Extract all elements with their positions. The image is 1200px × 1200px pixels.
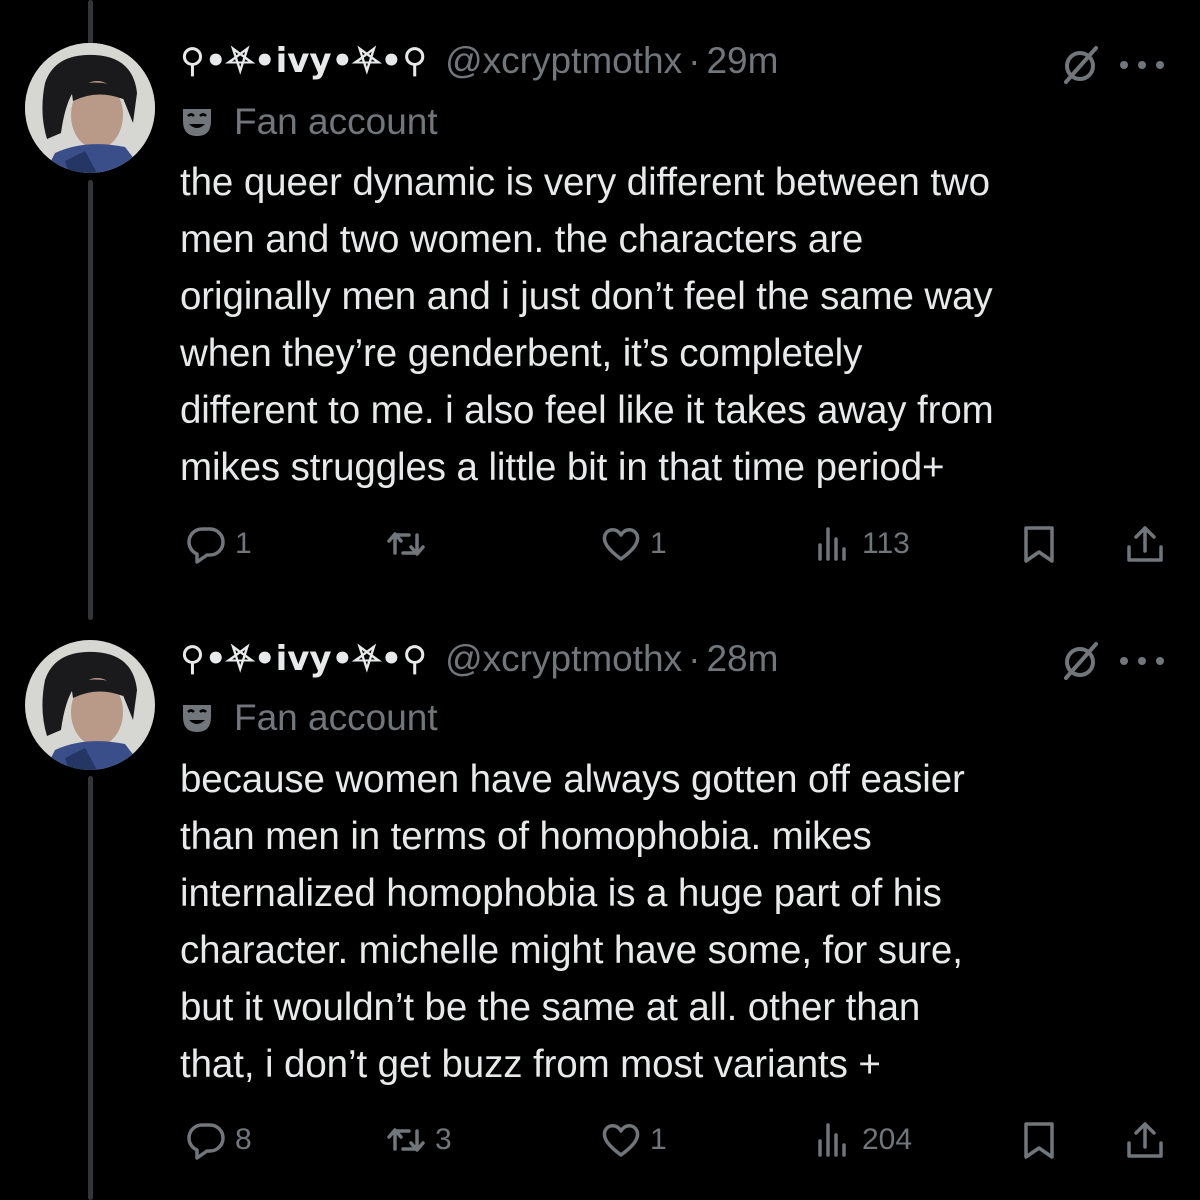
avatar-photo [25, 640, 155, 770]
tweet-text: the queer dynamic is very different betw… [180, 161, 994, 489]
bookmark-icon [1024, 1122, 1054, 1159]
label-text: Fan account [234, 697, 438, 738]
display-name[interactable]: ⚲•⛧•ivy•⛧•⚲ [180, 639, 427, 679]
tweet-actions: 1 1 113 [0, 518, 1200, 570]
share-icon [1127, 1122, 1163, 1158]
like-button[interactable]: 1 [600, 518, 667, 570]
avatar-photo [25, 43, 155, 173]
account-label: Fan account [180, 697, 438, 738]
reply-count: 1 [235, 527, 252, 560]
separator: · [688, 40, 701, 81]
bookmark-button[interactable] [1018, 1114, 1060, 1166]
heart-icon [602, 528, 640, 561]
avatar[interactable] [25, 640, 155, 770]
share-icon [1127, 526, 1163, 562]
handle[interactable]: @xcryptmothx [445, 638, 682, 680]
share-button[interactable] [1124, 1114, 1166, 1166]
theater-mask-icon [183, 109, 211, 136]
views-count: 113 [862, 527, 910, 560]
tweet[interactable]: ⚲•⛧•ivy•⛧•⚲ @xcryptmothx · 28m Fan accou… [0, 620, 1200, 1200]
like-button[interactable]: 1 [600, 1114, 667, 1166]
avatar[interactable] [25, 43, 155, 173]
separator: · [688, 638, 701, 679]
retweet-button[interactable]: 3 [385, 1114, 452, 1166]
display-name[interactable]: ⚲•⛧•ivy•⛧•⚲ [180, 41, 427, 81]
retweet-icon [387, 532, 425, 556]
reply-button[interactable]: 8 [185, 1114, 252, 1166]
like-count: 1 [650, 527, 667, 560]
reply-icon [187, 1123, 225, 1160]
views-icon [818, 527, 846, 561]
more-icon[interactable] [1114, 651, 1170, 671]
share-button[interactable] [1124, 518, 1166, 570]
tweet[interactable]: ⚲•⛧•ivy•⛧•⚲ @xcryptmothx · 29m Fan accou… [0, 0, 1200, 600]
tweet-actions: 8 3 1 204 [0, 1114, 1200, 1166]
views-icon [818, 1123, 846, 1157]
grok-icon[interactable] [1058, 638, 1104, 684]
more-icon[interactable] [1114, 55, 1170, 75]
retweet-icon [387, 1128, 425, 1152]
handle[interactable]: @xcryptmothx [445, 40, 682, 82]
reply-icon [187, 527, 225, 564]
timestamp[interactable]: 28m [706, 638, 778, 680]
like-count: 1 [650, 1123, 667, 1156]
timestamp[interactable]: 29m [706, 40, 778, 82]
theater-mask-icon [183, 705, 211, 732]
heart-icon [602, 1124, 640, 1157]
retweet-button[interactable] [385, 518, 435, 570]
bookmark-button[interactable] [1018, 518, 1060, 570]
views-count: 204 [862, 1123, 913, 1156]
tweet-header: ⚲•⛧•ivy•⛧•⚲ @xcryptmothx · 28m [180, 634, 778, 684]
grok-icon[interactable] [1058, 42, 1104, 88]
bookmark-icon [1024, 526, 1054, 563]
reply-button[interactable]: 1 [185, 518, 252, 570]
views-button[interactable]: 204 [812, 1114, 912, 1166]
label-text: Fan account [234, 101, 438, 142]
account-label: Fan account [180, 101, 438, 142]
tweet-header: ⚲•⛧•ivy•⛧•⚲ @xcryptmothx · 29m [180, 36, 778, 86]
views-button[interactable]: 113 [812, 518, 910, 570]
retweet-count: 3 [435, 1123, 452, 1156]
tweet-text: because women have always gotten off eas… [180, 758, 965, 1086]
reply-count: 8 [235, 1123, 252, 1156]
